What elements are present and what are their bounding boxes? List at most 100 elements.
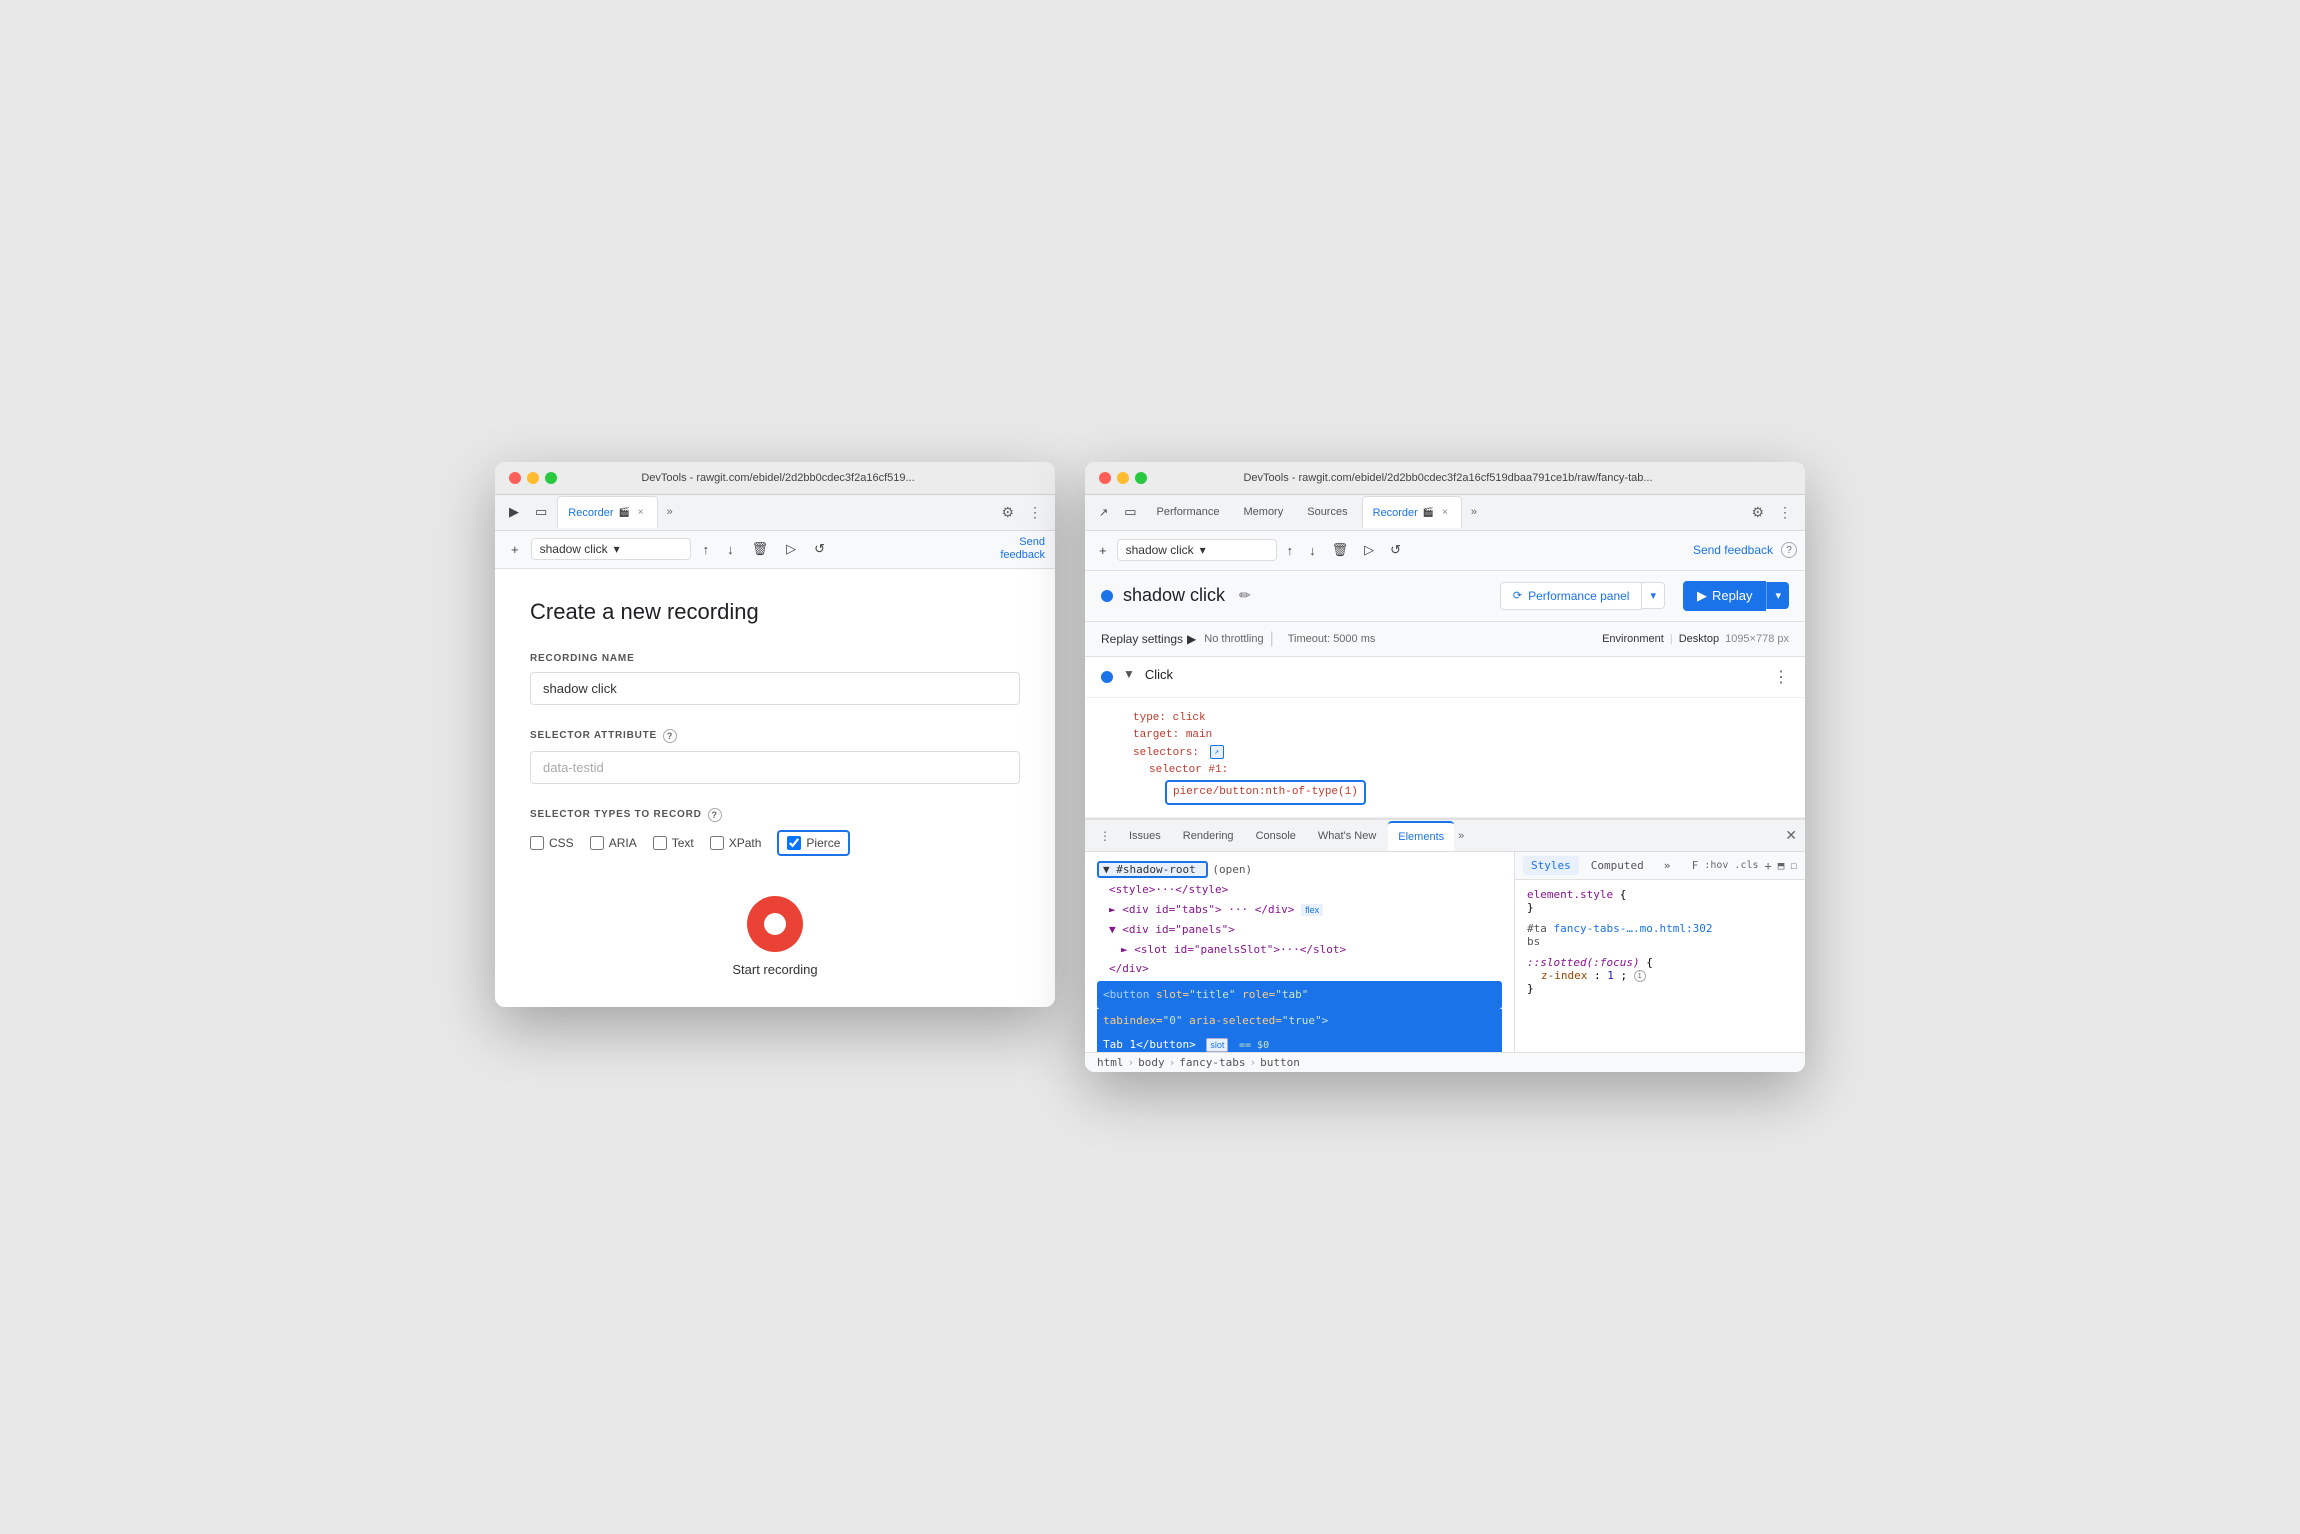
send-feedback-link[interactable]: Send feedback <box>1693 543 1773 557</box>
sources-tab-label: Sources <box>1307 506 1347 518</box>
left-more-tabs[interactable]: » <box>662 503 678 521</box>
bottom-panel-toggle[interactable]: ⋮ <box>1093 825 1117 847</box>
right-device-toggle[interactable]: ▭ <box>1118 500 1142 524</box>
aria-checkbox-item[interactable]: ARIA <box>590 836 637 850</box>
click-step-row: ▼ Click ⋮ <box>1085 657 1805 698</box>
export-button-left[interactable]: ↑ <box>697 538 716 561</box>
performance-panel-dropdown[interactable]: ▾ <box>1642 582 1665 609</box>
recording-name-dropdown-left[interactable]: shadow click ▾ <box>531 538 691 560</box>
left-device-toggle[interactable]: ▭ <box>529 500 553 524</box>
import-button-left[interactable]: ↓ <box>721 538 740 561</box>
replay-main-button[interactable]: ▶ Replay <box>1683 581 1766 611</box>
new-style-rule-icon[interactable]: ⬒ <box>1778 859 1785 872</box>
new-recording-button[interactable]: + <box>505 538 525 561</box>
play-step-button-left[interactable]: ▷ <box>780 537 802 561</box>
pierce-checkbox-item[interactable]: Pierce <box>787 836 840 850</box>
info-icon[interactable]: i <box>1634 970 1646 982</box>
recording-title: shadow click <box>1123 585 1225 606</box>
new-recording-button-right[interactable]: + <box>1093 539 1113 562</box>
step-more-options[interactable]: ⋮ <box>1773 667 1789 687</box>
edit-title-icon[interactable]: ✏ <box>1239 587 1251 604</box>
left-settings-icon[interactable]: ⚙ <box>996 501 1019 524</box>
xpath-checkbox[interactable] <box>710 836 724 850</box>
help-icon[interactable]: ? <box>1781 542 1797 558</box>
undo-button-right[interactable]: ↺ <box>1384 538 1407 562</box>
console-tab[interactable]: Console <box>1246 821 1306 851</box>
div-panels-tag: ▼ <div id="panels"> <box>1109 923 1235 936</box>
rendering-tab[interactable]: Rendering <box>1173 821 1244 851</box>
selector-icon: ↗ <box>1210 745 1224 759</box>
issues-tab-label: Issues <box>1129 830 1161 842</box>
text-checkbox[interactable] <box>653 836 667 850</box>
right-window-title: DevTools - rawgit.com/ebidel/2d2bb0cdec3… <box>1105 472 1791 484</box>
text-checkbox-item[interactable]: Text <box>653 836 694 850</box>
breadcrumb-body[interactable]: body <box>1138 1056 1165 1069</box>
elements-tab[interactable]: Elements <box>1388 821 1454 851</box>
shadow-root-label[interactable]: ▼ #shadow-root <box>1097 861 1208 878</box>
memory-tab[interactable]: Memory <box>1234 496 1294 528</box>
xpath-checkbox-item[interactable]: XPath <box>710 836 762 850</box>
breadcrumb-fancy-tabs[interactable]: fancy-tabs <box>1179 1056 1245 1069</box>
right-settings-icon[interactable]: ⚙ <box>1746 501 1769 524</box>
recording-name-dropdown-right[interactable]: shadow click ▾ <box>1117 539 1277 561</box>
cls-toggle[interactable]: .cls <box>1734 860 1758 871</box>
right-cursor-tool[interactable]: ↗ <box>1093 502 1114 523</box>
aria-checkbox[interactable] <box>590 836 604 850</box>
whats-new-tab[interactable]: What's New <box>1308 821 1386 851</box>
file-link[interactable]: fancy-tabs-….mo.html:302 <box>1554 922 1713 935</box>
left-recorder-tab[interactable]: Recorder 🎬 × <box>557 496 657 528</box>
filter-f-icon[interactable]: F <box>1692 859 1699 872</box>
delete-button-right[interactable]: 🗑 <box>1326 538 1355 562</box>
left-more-options[interactable]: ⋮ <box>1023 501 1047 524</box>
selected-button-row[interactable]: <button slot="title" role="tab" <box>1097 981 1502 1009</box>
computed-layout-icon[interactable]: ☐ <box>1790 859 1797 872</box>
css-checkbox[interactable] <box>530 836 544 850</box>
performance-tab[interactable]: Performance <box>1147 496 1230 528</box>
create-recording-panel: Create a new recording RECORDING NAME SE… <box>495 569 1055 1007</box>
button-content: Tab 1</button> <box>1103 1038 1196 1051</box>
styles-tab[interactable]: Styles <box>1523 856 1579 875</box>
add-style-icon[interactable]: + <box>1765 859 1772 873</box>
export-button-right[interactable]: ↑ <box>1281 539 1300 562</box>
step-expand-arrow[interactable]: ▼ <box>1123 667 1135 681</box>
feedback-link-left[interactable]: Send feedback <box>1000 536 1045 562</box>
pierce-checkbox[interactable] <box>787 836 801 850</box>
right-devtools-window: DevTools - rawgit.com/ebidel/2d2bb0cdec3… <box>1085 462 1805 1073</box>
computed-tab[interactable]: Computed <box>1583 856 1652 875</box>
file-ref-rule: #ta fancy-tabs-….mo.html:302 bs <box>1527 922 1793 948</box>
breadcrumb-html[interactable]: html <box>1097 1056 1124 1069</box>
recorder-tab-right[interactable]: Recorder 🎬 × <box>1362 496 1462 528</box>
code-selector-val-line: pierce/button:nth-of-type(1) <box>1133 780 1781 806</box>
selectors-key: selectors: <box>1133 747 1199 759</box>
close-bottom-panel[interactable]: ✕ <box>1785 827 1797 844</box>
selector-attr-label: SELECTOR ATTRIBUTE ? <box>530 729 1020 743</box>
styles-more-tabs[interactable]: » <box>1656 856 1679 875</box>
recorder-tab-close[interactable]: × <box>635 506 647 519</box>
css-checkbox-item[interactable]: CSS <box>530 836 574 850</box>
bottom-devtools-panel: ⋮ Issues Rendering Console What's New El… <box>1085 818 1805 1072</box>
replay-settings-link[interactable]: Replay settings ▶ <box>1101 632 1196 646</box>
right-more-tabs[interactable]: » <box>1466 503 1482 521</box>
selector-attr-input[interactable] <box>530 751 1020 784</box>
element-style-open: element.style { <box>1527 888 1793 901</box>
hov-toggle[interactable]: :hov <box>1704 860 1728 871</box>
left-cursor-tool[interactable]: ▶ <box>503 500 525 524</box>
recorder-tab-close-right[interactable]: × <box>1439 506 1451 519</box>
environment-value: Desktop <box>1679 633 1719 645</box>
delete-button-left[interactable]: 🗑 <box>746 537 775 561</box>
performance-panel-button[interactable]: ⟳ Performance panel <box>1500 582 1643 610</box>
start-recording-button[interactable]: Start recording <box>732 896 817 977</box>
replay-dropdown-button[interactable]: ▾ <box>1766 582 1789 609</box>
right-more-options[interactable]: ⋮ <box>1773 501 1797 524</box>
replay-settings-bar: Replay settings ▶ No throttling | Timeou… <box>1085 622 1805 657</box>
play-step-button-right[interactable]: ▷ <box>1358 538 1380 562</box>
breadcrumb-button[interactable]: button <box>1260 1056 1300 1069</box>
undo-button-left[interactable]: ↺ <box>808 537 831 561</box>
recording-name-input[interactable] <box>530 672 1020 705</box>
target-val: main <box>1186 729 1212 741</box>
import-button-right[interactable]: ↓ <box>1303 539 1322 562</box>
sources-tab[interactable]: Sources <box>1297 496 1357 528</box>
bottom-more-tabs[interactable]: » <box>1458 830 1464 842</box>
breadcrumb-sep3: › <box>1249 1056 1256 1069</box>
issues-tab[interactable]: Issues <box>1119 821 1171 851</box>
